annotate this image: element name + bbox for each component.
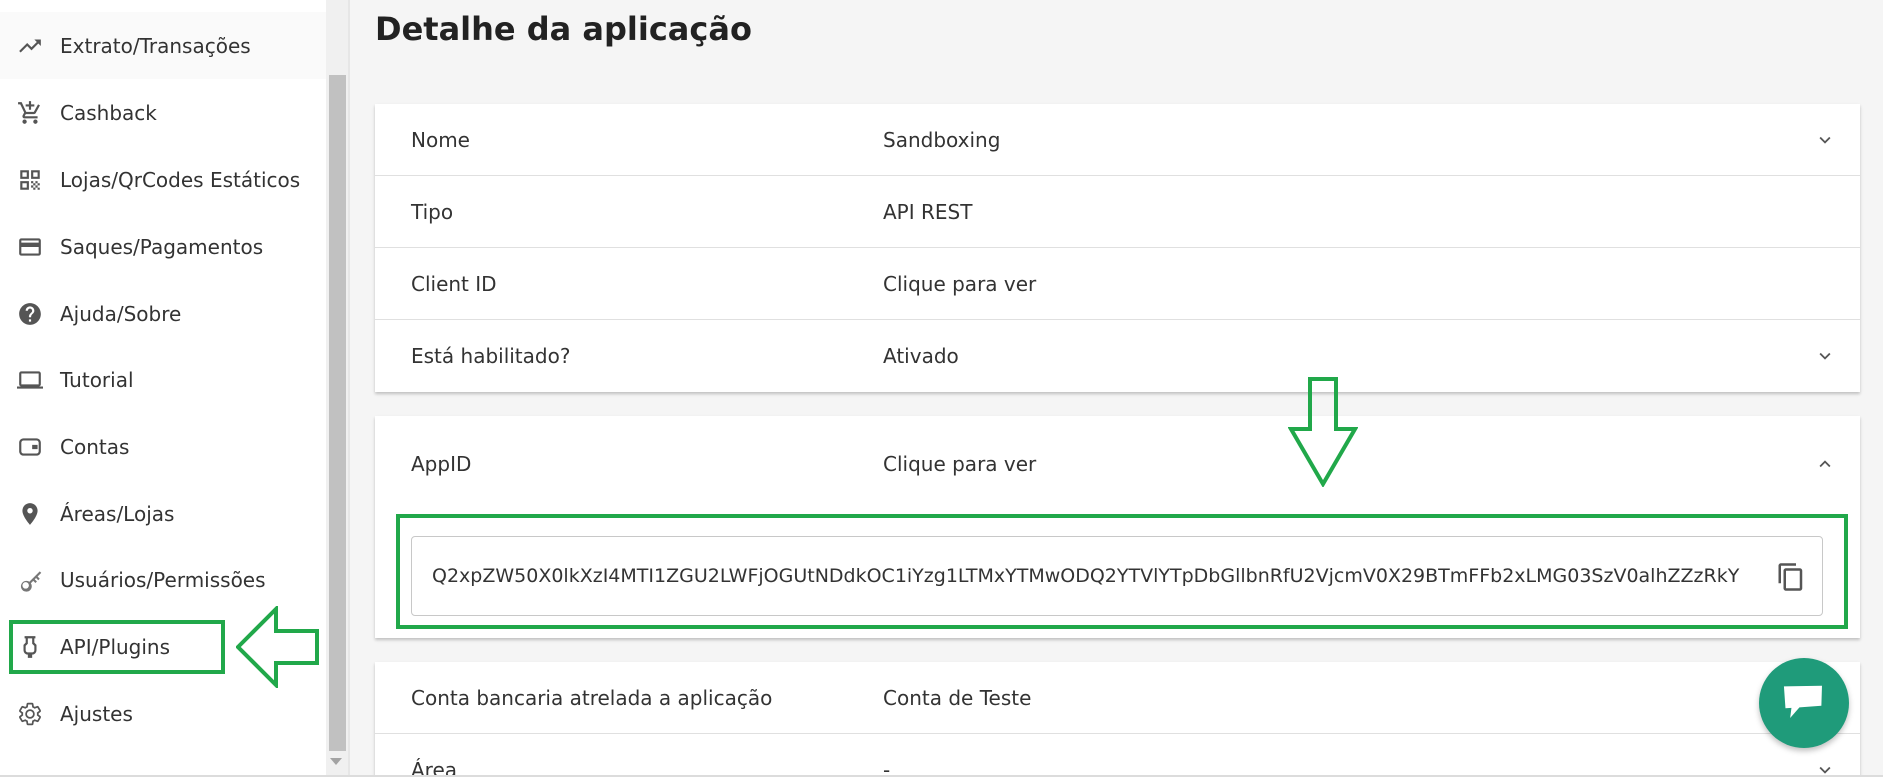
sidebar-item-label: Contas [60,434,130,459]
detail-row-area[interactable]: Área - [375,734,1860,777]
scroll-down-arrow-icon[interactable] [330,758,342,765]
sidebar-item-label: Usuários/Permissões [60,567,266,592]
chevron-down-icon[interactable] [1814,345,1836,367]
row-label: Nome [411,127,470,152]
sidebar-item-saques[interactable]: Saques/Pagamentos [0,213,326,280]
location-pin-icon [16,500,44,528]
row-value: Conta de Teste [883,685,1032,710]
detail-row-client-id[interactable]: Client ID Clique para ver [375,248,1860,320]
sidebar-item-label: Ajuda/Sobre [60,301,182,326]
row-label: Client ID [411,271,497,296]
row-value: Sandboxing [883,127,1001,152]
detail-row-tipo: Tipo API REST [375,176,1860,248]
sidebar-item-label: Tutorial [60,367,134,392]
credit-card-icon [16,233,44,261]
row-label: AppID [411,452,472,476]
divider [348,0,350,777]
sidebar-item-label: Cashback [60,100,157,125]
detail-row-habilitado[interactable]: Está habilitado? Ativado [375,320,1860,392]
help-circle-icon [16,300,44,328]
detail-row-nome[interactable]: Nome Sandboxing [375,104,1860,176]
sidebar-item-cashback[interactable]: Cashback [0,79,326,146]
app-extra-card: Conta bancaria atrelada a aplicação Cont… [375,662,1860,777]
sidebar-item-ajustes[interactable]: Ajustes [0,680,326,747]
row-label: Tipo [411,199,454,224]
sidebar-item-label: Áreas/Lojas [60,501,175,526]
gear-icon [16,700,44,728]
sidebar-scrollbar-thumb[interactable] [329,75,346,751]
cart-add-icon [16,99,44,127]
sidebar-item-label: Lojas/QrCodes Estáticos [60,167,301,192]
detail-row-appid[interactable]: AppID Clique para ver [375,416,1860,512]
sidebar-item-contas[interactable]: Contas [0,413,326,480]
detail-row-conta-bancaria: Conta bancaria atrelada a aplicação Cont… [375,662,1860,734]
annotation-highlight-api-plugins [9,620,225,674]
arrow-left-icon [236,606,319,688]
chat-icon [1781,681,1827,725]
row-value: API REST [883,199,973,224]
appid-reveal[interactable]: Clique para ver [883,452,1036,476]
row-label: Conta bancaria atrelada a aplicação [411,685,773,710]
sidebar-item-areas[interactable]: Áreas/Lojas [0,480,326,547]
sidebar-item-lojas-qrcodes[interactable]: Lojas/QrCodes Estáticos [0,146,326,213]
sidebar-item-ajuda[interactable]: Ajuda/Sobre [0,280,326,347]
sidebar-item-tutorial[interactable]: Tutorial [0,346,326,413]
page-title: Detalhe da aplicação [375,10,752,48]
trending-up-icon [16,32,44,60]
arrow-down-icon [1288,377,1358,487]
sidebar-item-label: Ajustes [60,701,133,726]
chevron-down-icon[interactable] [1814,129,1836,151]
annotation-highlight-appid [396,514,1848,629]
sidebar-item-extrato[interactable]: Extrato/Transações [0,12,326,79]
row-label: Está habilitado? [411,344,571,368]
wallet-icon [16,433,44,461]
sidebar-item-label: Saques/Pagamentos [60,234,264,259]
laptop-icon [16,366,44,394]
app-details-card: Nome Sandboxing Tipo API REST Client ID … [375,104,1860,392]
chat-button[interactable] [1759,658,1849,748]
client-id-reveal[interactable]: Clique para ver [883,272,1036,296]
key-icon [16,566,44,594]
qr-code-icon [16,166,44,194]
sidebar-item-label: Extrato/Transações [60,33,251,58]
chevron-up-icon[interactable] [1814,453,1836,475]
row-value: Ativado [883,344,959,368]
sidebar-item-usuarios[interactable]: Usuários/Permissões [0,546,326,613]
